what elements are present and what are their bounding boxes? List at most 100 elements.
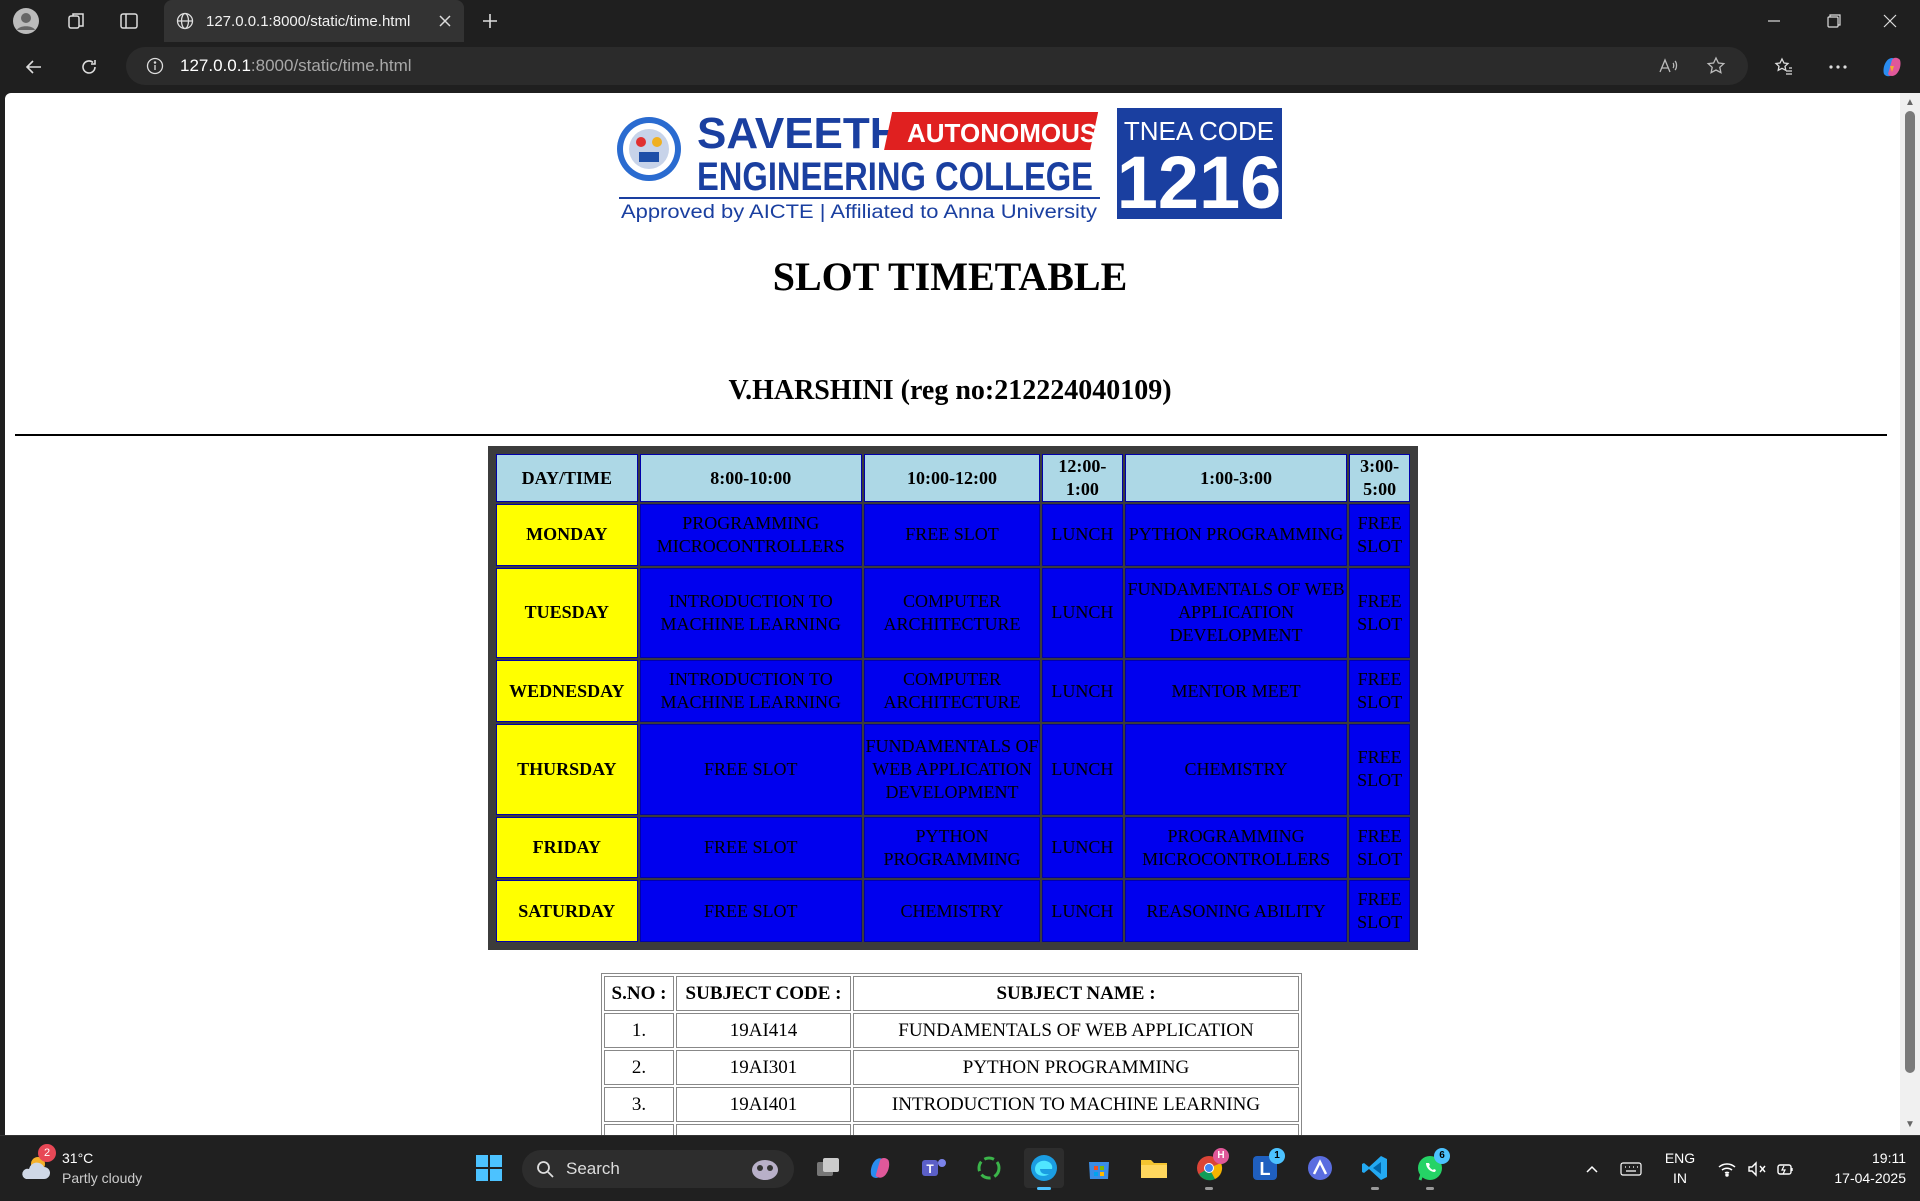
slot-cell: REASONING ABILITY [1124,880,1348,942]
chrome-icon[interactable]: H [1189,1148,1229,1190]
timetable-header-cell: 3:00-5:00 [1349,454,1410,502]
close-tab-icon[interactable] [438,14,452,28]
l-app-icon[interactable]: L 1 [1245,1148,1285,1188]
nav-bar: 127.0.0.1:8000/static/time.html [0,42,1920,92]
favorites-icon[interactable] [1766,51,1802,83]
tab-active[interactable]: 127.0.0.1:8000/static/time.html [164,0,464,42]
logo-line2: ENGINEERING COLLEGE [697,155,1093,199]
slot-cell: FREE SLOT [1349,567,1410,659]
vertical-tabs-icon[interactable] [113,6,145,36]
timetable-header-row: DAY/TIME 8:00-10:00 10:00-12:00 12:00-1:00 1… [496,454,1410,502]
slot-cell: FREE SLOT [864,504,1040,566]
timetable-row: MONDAY PROGRAMMING MICROCONTROLLERS FREE S… [496,504,1410,566]
logo-autonomous: AUTONOMOUS [907,118,1097,148]
subjects-header-cell: SUBJECT CODE : [676,976,851,1011]
vertical-scrollbar[interactable]: ▲ ▼ [1900,93,1920,1135]
college-emblem [617,117,681,181]
favorite-star-icon[interactable] [1702,53,1730,79]
divider [15,434,1887,436]
show-hidden-icons[interactable] [1580,1136,1604,1201]
store-icon[interactable] [1079,1148,1119,1188]
slot-cell: FREE SLOT [1349,880,1410,942]
slot-cell: LUNCH [1041,567,1123,659]
arc-icon[interactable] [1300,1148,1340,1188]
task-view-icon[interactable] [808,1148,848,1188]
scroll-down-icon[interactable]: ▼ [1904,1119,1916,1131]
slot-cell: PYTHON PROGRAMMING [1124,504,1348,566]
weather-desc: Partly cloudy [62,1170,143,1186]
site-info-icon[interactable] [146,57,164,75]
copilot-app-icon[interactable] [860,1148,900,1188]
close-window-icon[interactable] [1862,0,1918,42]
slot-cell: CHEMISTRY [1124,723,1348,815]
logo-approval: Approved by AICTE | Affiliated to Anna U… [621,202,1098,223]
timetable-header-cell: 8:00-10:00 [639,454,863,502]
clock[interactable]: 19:11 17-04-2025 [1800,1148,1906,1188]
slot-cell: CHEMISTRY [864,880,1040,942]
subjects-header-cell: S.NO : [604,976,674,1011]
slot-cell: PROGRAMMING MICROCONTROLLERS [1124,816,1348,879]
language-indicator[interactable]: ENG IN [1658,1148,1702,1188]
slot-cell: COMPUTER ARCHITECTURE [864,660,1040,722]
taskbar: 2 31°C Partly cloudy Search T H L 1 6 EN… [0,1135,1920,1200]
subject-row: 2. 19AI301 PYTHON PROGRAMMING [604,1050,1299,1085]
page-title: SLOT TIMETABLE [772,254,1128,299]
slot-cell: LUNCH [1041,504,1123,566]
timetable-row: THURSDAY FREE SLOT FUNDAMENTALS OF WEB APP… [496,723,1410,815]
subject-sno-cell: 2. [604,1050,674,1085]
refresh-icon[interactable] [71,51,107,83]
slot-cell: FREE SLOT [1349,660,1410,722]
slot-cell: FREE SLOT [1349,504,1410,566]
subject-code-cell [676,1124,851,1135]
subjects-table-wrapper: S.NO : SUBJECT CODE : SUBJECT NAME : 1. 19A… [601,973,1302,1135]
file-explorer-icon[interactable] [1134,1148,1174,1188]
scroll-up-icon[interactable]: ▲ [1904,97,1916,109]
new-tab-icon[interactable] [474,6,506,36]
subject-code-cell: 19AI401 [676,1087,851,1122]
svg-text:T: T [926,1162,934,1176]
teams-icon[interactable]: T [914,1148,954,1188]
subject-code-cell: 19AI301 [676,1050,851,1085]
subjects-header-cell: SUBJECT NAME : [853,976,1299,1011]
refresh-app-icon[interactable] [969,1148,1009,1188]
slot-cell: INTRODUCTION TO MACHINE LEARNING [639,567,863,659]
slot-cell: MENTOR MEET [1124,660,1348,722]
timetable-table: DAY/TIME 8:00-10:00 10:00-12:00 12:00-1:00 1… [494,452,1412,944]
start-icon[interactable] [469,1148,509,1188]
slot-cell: FUNDAMENTALS OF WEB APPLICATION DEVELOPM… [864,723,1040,815]
whatsapp-icon[interactable]: 6 [1410,1148,1450,1190]
vscode-icon[interactable] [1355,1148,1395,1190]
lang-code: ENG [1664,1150,1696,1166]
workspaces-icon[interactable] [60,6,92,36]
slot-cell: PROGRAMMING MICROCONTROLLERS [639,504,863,566]
back-icon[interactable] [16,51,52,83]
copilot-icon[interactable] [1874,51,1910,83]
day-cell: FRIDAY [496,816,638,879]
battery-icon[interactable] [1772,1136,1798,1201]
subject-row: 1. 19AI414 FUNDAMENTALS OF WEB APPLICATION [604,1013,1299,1048]
timetable: DAY/TIME 8:00-10:00 10:00-12:00 12:00-1:00 1… [488,446,1418,950]
volume-muted-icon[interactable] [1744,1136,1770,1201]
timetable-row: FRIDAY FREE SLOT PYTHON PROGRAMMING LUNCH PR… [496,816,1410,879]
wifi-icon[interactable] [1714,1136,1740,1201]
minimize-icon[interactable] [1746,0,1802,42]
weather-badge: 2 [38,1144,56,1162]
edge-icon[interactable] [1024,1148,1064,1190]
svg-text:L: L [1260,1159,1271,1179]
timetable-header-cell: 10:00-12:00 [864,454,1040,502]
taskbar-search[interactable]: Search [522,1150,794,1188]
address-bar[interactable]: 127.0.0.1:8000/static/time.html [126,47,1748,85]
subject-row [604,1124,1299,1135]
restore-icon[interactable] [1806,0,1862,42]
tab-bar: 127.0.0.1:8000/static/time.html [0,0,1920,42]
browser-chrome: 127.0.0.1:8000/static/time.html 127.0.0.… [0,0,1920,92]
profile-avatar[interactable] [10,6,42,36]
subject-name-cell [853,1124,1299,1135]
whatsapp-badge: 6 [1434,1148,1450,1164]
weather-widget[interactable]: 2 31°C Partly cloudy [20,1144,170,1190]
subject-row: 3. 19AI401 INTRODUCTION TO MACHINE LEARNIN… [604,1087,1299,1122]
scrollbar-thumb[interactable] [1905,111,1915,1073]
read-aloud-icon[interactable] [1654,53,1682,79]
more-menu-icon[interactable] [1820,51,1856,83]
keyboard-icon[interactable] [1616,1136,1646,1201]
